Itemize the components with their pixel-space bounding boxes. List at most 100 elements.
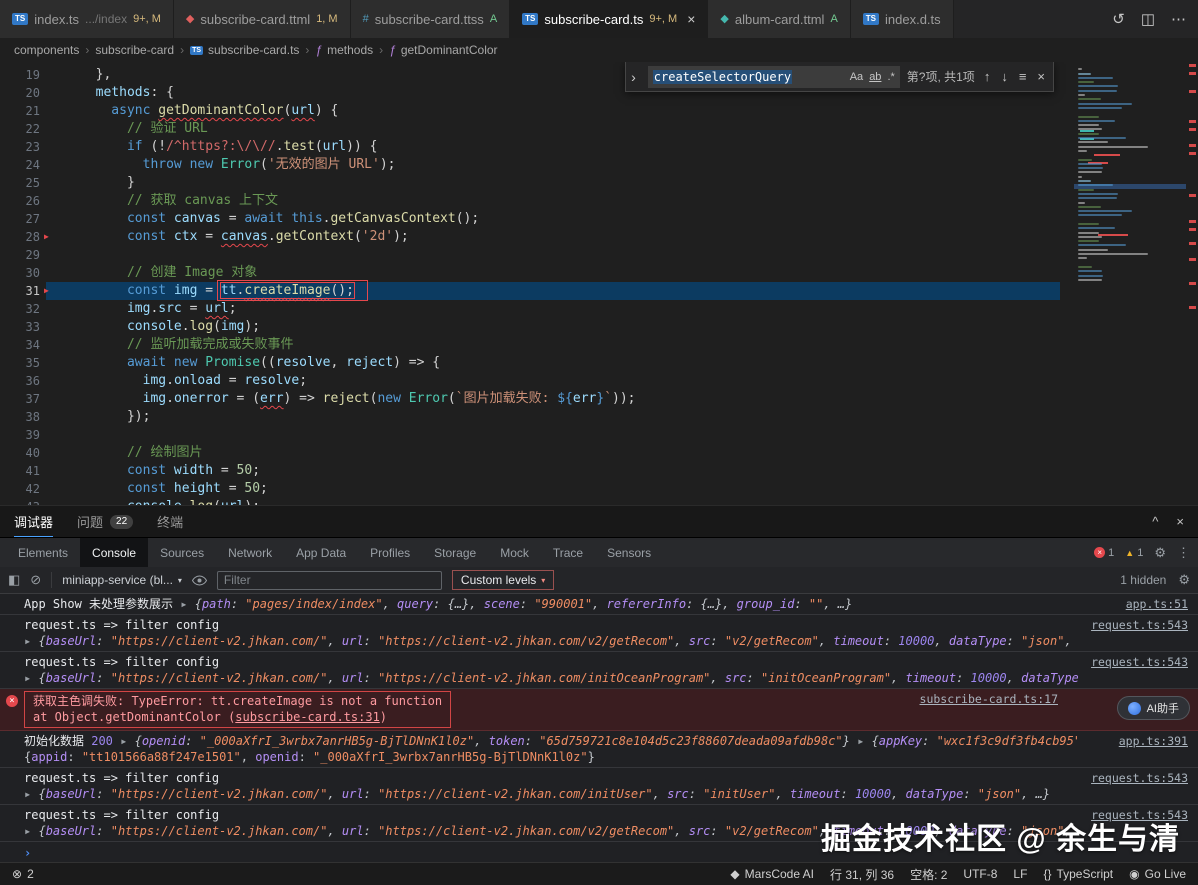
panel-tab-调试器[interactable]: 调试器 <box>14 506 53 537</box>
status-indentation[interactable]: 空格: 2 <box>910 866 947 883</box>
panel-tab-终端[interactable]: 终端 <box>157 506 183 537</box>
panel-tab-问题[interactable]: 问题22 <box>77 506 133 537</box>
status-language[interactable]: {} TypeScript <box>1043 867 1113 881</box>
panel-close-icon[interactable]: × <box>1176 514 1184 529</box>
error-source-link[interactable]: subscribe-card.ts:31 <box>235 710 380 724</box>
code-line[interactable]: 27 const canvas = await this.getCanvasCo… <box>0 210 1060 228</box>
devtools-kebab-icon[interactable]: ⋮ <box>1177 545 1190 561</box>
status-eol[interactable]: LF <box>1013 867 1027 881</box>
line-number[interactable]: 24 <box>0 156 40 174</box>
code-line[interactable]: 24 throw new Error('无效的图片 URL'); <box>0 156 1060 174</box>
console-filter-input[interactable] <box>217 571 442 590</box>
code-line[interactable]: 21 async getDominantColor(url) { <box>0 102 1060 120</box>
devtools-tab-elements[interactable]: Elements <box>6 538 80 567</box>
line-number[interactable]: 42 <box>0 480 40 498</box>
live-expression-icon[interactable] <box>192 575 207 586</box>
more-actions-icon[interactable]: ⋯ <box>1171 10 1186 28</box>
log-levels-dropdown[interactable]: Custom levels ▾ <box>452 570 554 590</box>
clear-console-icon[interactable]: ⊘ <box>30 572 41 588</box>
console-warning-count[interactable]: ▲1 <box>1125 547 1143 559</box>
line-number[interactable]: 36 <box>0 372 40 390</box>
tab-subscribe-card-ttml[interactable]: ◆subscribe-card.ttml1, M <box>174 0 351 38</box>
code-line[interactable]: 35 await new Promise((resolve, reject) =… <box>0 354 1060 372</box>
line-number[interactable]: 22 <box>0 120 40 138</box>
console-sidebar-icon[interactable]: ◧ <box>8 572 20 588</box>
devtools-tab-sources[interactable]: Sources <box>148 538 216 567</box>
breadcrumb-item[interactable]: subscribe-card <box>95 43 174 57</box>
panel-collapse-icon[interactable]: ^ <box>1152 514 1158 529</box>
console-settings-icon[interactable]: ⚙ <box>1178 572 1190 588</box>
breadcrumb-item[interactable]: ƒgetDominantColor <box>389 43 497 57</box>
find-input[interactable]: createSelectorQuery Aa ab .* <box>648 66 900 88</box>
code-line[interactable]: 38 }); <box>0 408 1060 426</box>
code-line[interactable]: 39 <box>0 426 1060 444</box>
code-line[interactable]: 25 } <box>0 174 1060 192</box>
editor[interactable]: 19 },20 methods: {21 async getDominantCo… <box>0 62 1198 505</box>
console-source-link[interactable]: request.ts:543 <box>1091 618 1188 632</box>
line-number[interactable]: 41 <box>0 462 40 480</box>
line-number[interactable]: 31 <box>0 282 40 300</box>
tab-subscribe-card-ts[interactable]: TSsubscribe-card.ts9+, M× <box>510 0 708 38</box>
devtools-tab-profiles[interactable]: Profiles <box>358 538 422 567</box>
ai-assistant-button[interactable]: AI助手 <box>1117 696 1190 720</box>
code-line[interactable]: 26 // 获取 canvas 上下文 <box>0 192 1060 210</box>
split-editor-icon[interactable]: ◫ <box>1141 10 1155 28</box>
line-number[interactable]: 38 <box>0 408 40 426</box>
minimap[interactable] <box>1074 66 1186 505</box>
status-problems[interactable]: ⊗ 2 <box>12 867 34 881</box>
status-go-live[interactable]: ◉ Go Live <box>1129 867 1186 881</box>
devtools-tab-network[interactable]: Network <box>216 538 284 567</box>
devtools-tab-app-data[interactable]: App Data <box>284 538 358 567</box>
tab-subscribe-card-ttss[interactable]: #subscribe-card.ttssA <box>351 0 511 38</box>
console-source-link[interactable]: subscribe-card.ts:17 <box>920 692 1058 706</box>
code-line[interactable]: 30 // 创建 Image 对象 <box>0 264 1060 282</box>
devtools-tab-console[interactable]: Console <box>80 538 148 567</box>
code-line[interactable]: 22 // 验证 URL <box>0 120 1060 138</box>
code-line[interactable]: 28▶ const ctx = canvas.getContext('2d'); <box>0 228 1060 246</box>
line-number[interactable]: 21 <box>0 102 40 120</box>
console-source-link[interactable]: app.ts:51 <box>1126 597 1188 611</box>
find-previous-icon[interactable]: ↑ <box>982 69 993 84</box>
line-number[interactable]: 37 <box>0 390 40 408</box>
code-line[interactable]: 41 const width = 50; <box>0 462 1060 480</box>
code-line[interactable]: 23 if (!/^https?:\/\//.test(url)) { <box>0 138 1060 156</box>
code-line[interactable]: 43 console.log(url); <box>0 498 1060 505</box>
devtools-tab-mock[interactable]: Mock <box>488 538 541 567</box>
line-number[interactable]: 26 <box>0 192 40 210</box>
line-number[interactable]: 20 <box>0 84 40 102</box>
code-line[interactable]: 33 console.log(img); <box>0 318 1060 336</box>
find-in-selection-icon[interactable]: ≡ <box>1017 69 1029 84</box>
line-number[interactable]: 30 <box>0 264 40 282</box>
line-number[interactable]: 25 <box>0 174 40 192</box>
code-line[interactable]: 34 // 监听加载完成或失败事件 <box>0 336 1060 354</box>
line-number[interactable]: 28 <box>0 228 40 246</box>
find-close-icon[interactable]: × <box>1035 69 1047 84</box>
console-error-count[interactable]: ×1 <box>1094 547 1114 559</box>
code-line[interactable]: 37 img.onerror = (err) => reject(new Err… <box>0 390 1060 408</box>
context-selector[interactable]: miniapp-service (bl... ▾ <box>62 573 182 587</box>
console-source-link[interactable]: request.ts:543 <box>1091 771 1188 785</box>
console-source-link[interactable]: request.ts:543 <box>1091 655 1188 669</box>
find-next-icon[interactable]: ↓ <box>999 69 1010 84</box>
breadcrumb-item[interactable]: components <box>14 43 79 57</box>
code-line[interactable]: 42 const height = 50; <box>0 480 1060 498</box>
regex-button[interactable]: .* <box>887 71 894 83</box>
console-prompt-icon[interactable]: › <box>24 846 31 860</box>
devtools-tab-sensors[interactable]: Sensors <box>595 538 663 567</box>
code-area[interactable]: 19 },20 methods: {21 async getDominantCo… <box>0 66 1060 505</box>
tab-close-icon[interactable]: × <box>687 12 695 26</box>
line-number[interactable]: 23 <box>0 138 40 156</box>
find-expand-icon[interactable]: › <box>626 69 641 85</box>
line-number[interactable]: 33 <box>0 318 40 336</box>
line-number[interactable]: 19 <box>0 66 40 84</box>
line-number[interactable]: 34 <box>0 336 40 354</box>
tab-index-d-ts[interactable]: TSindex.d.ts <box>851 0 954 38</box>
whole-word-button[interactable]: ab <box>869 71 881 83</box>
console-source-link[interactable]: app.ts:391 <box>1119 734 1188 748</box>
code-line[interactable]: 32 img.src = url; <box>0 300 1060 318</box>
devtools-settings-icon[interactable]: ⚙ <box>1154 545 1166 561</box>
status-encoding[interactable]: UTF-8 <box>963 867 997 881</box>
tab-index-ts[interactable]: TSindex.ts.../index9+, M <box>0 0 174 38</box>
tab-album-card-ttml[interactable]: ◆album-card.ttmlA <box>708 0 850 38</box>
match-case-button[interactable]: Aa <box>850 71 863 83</box>
